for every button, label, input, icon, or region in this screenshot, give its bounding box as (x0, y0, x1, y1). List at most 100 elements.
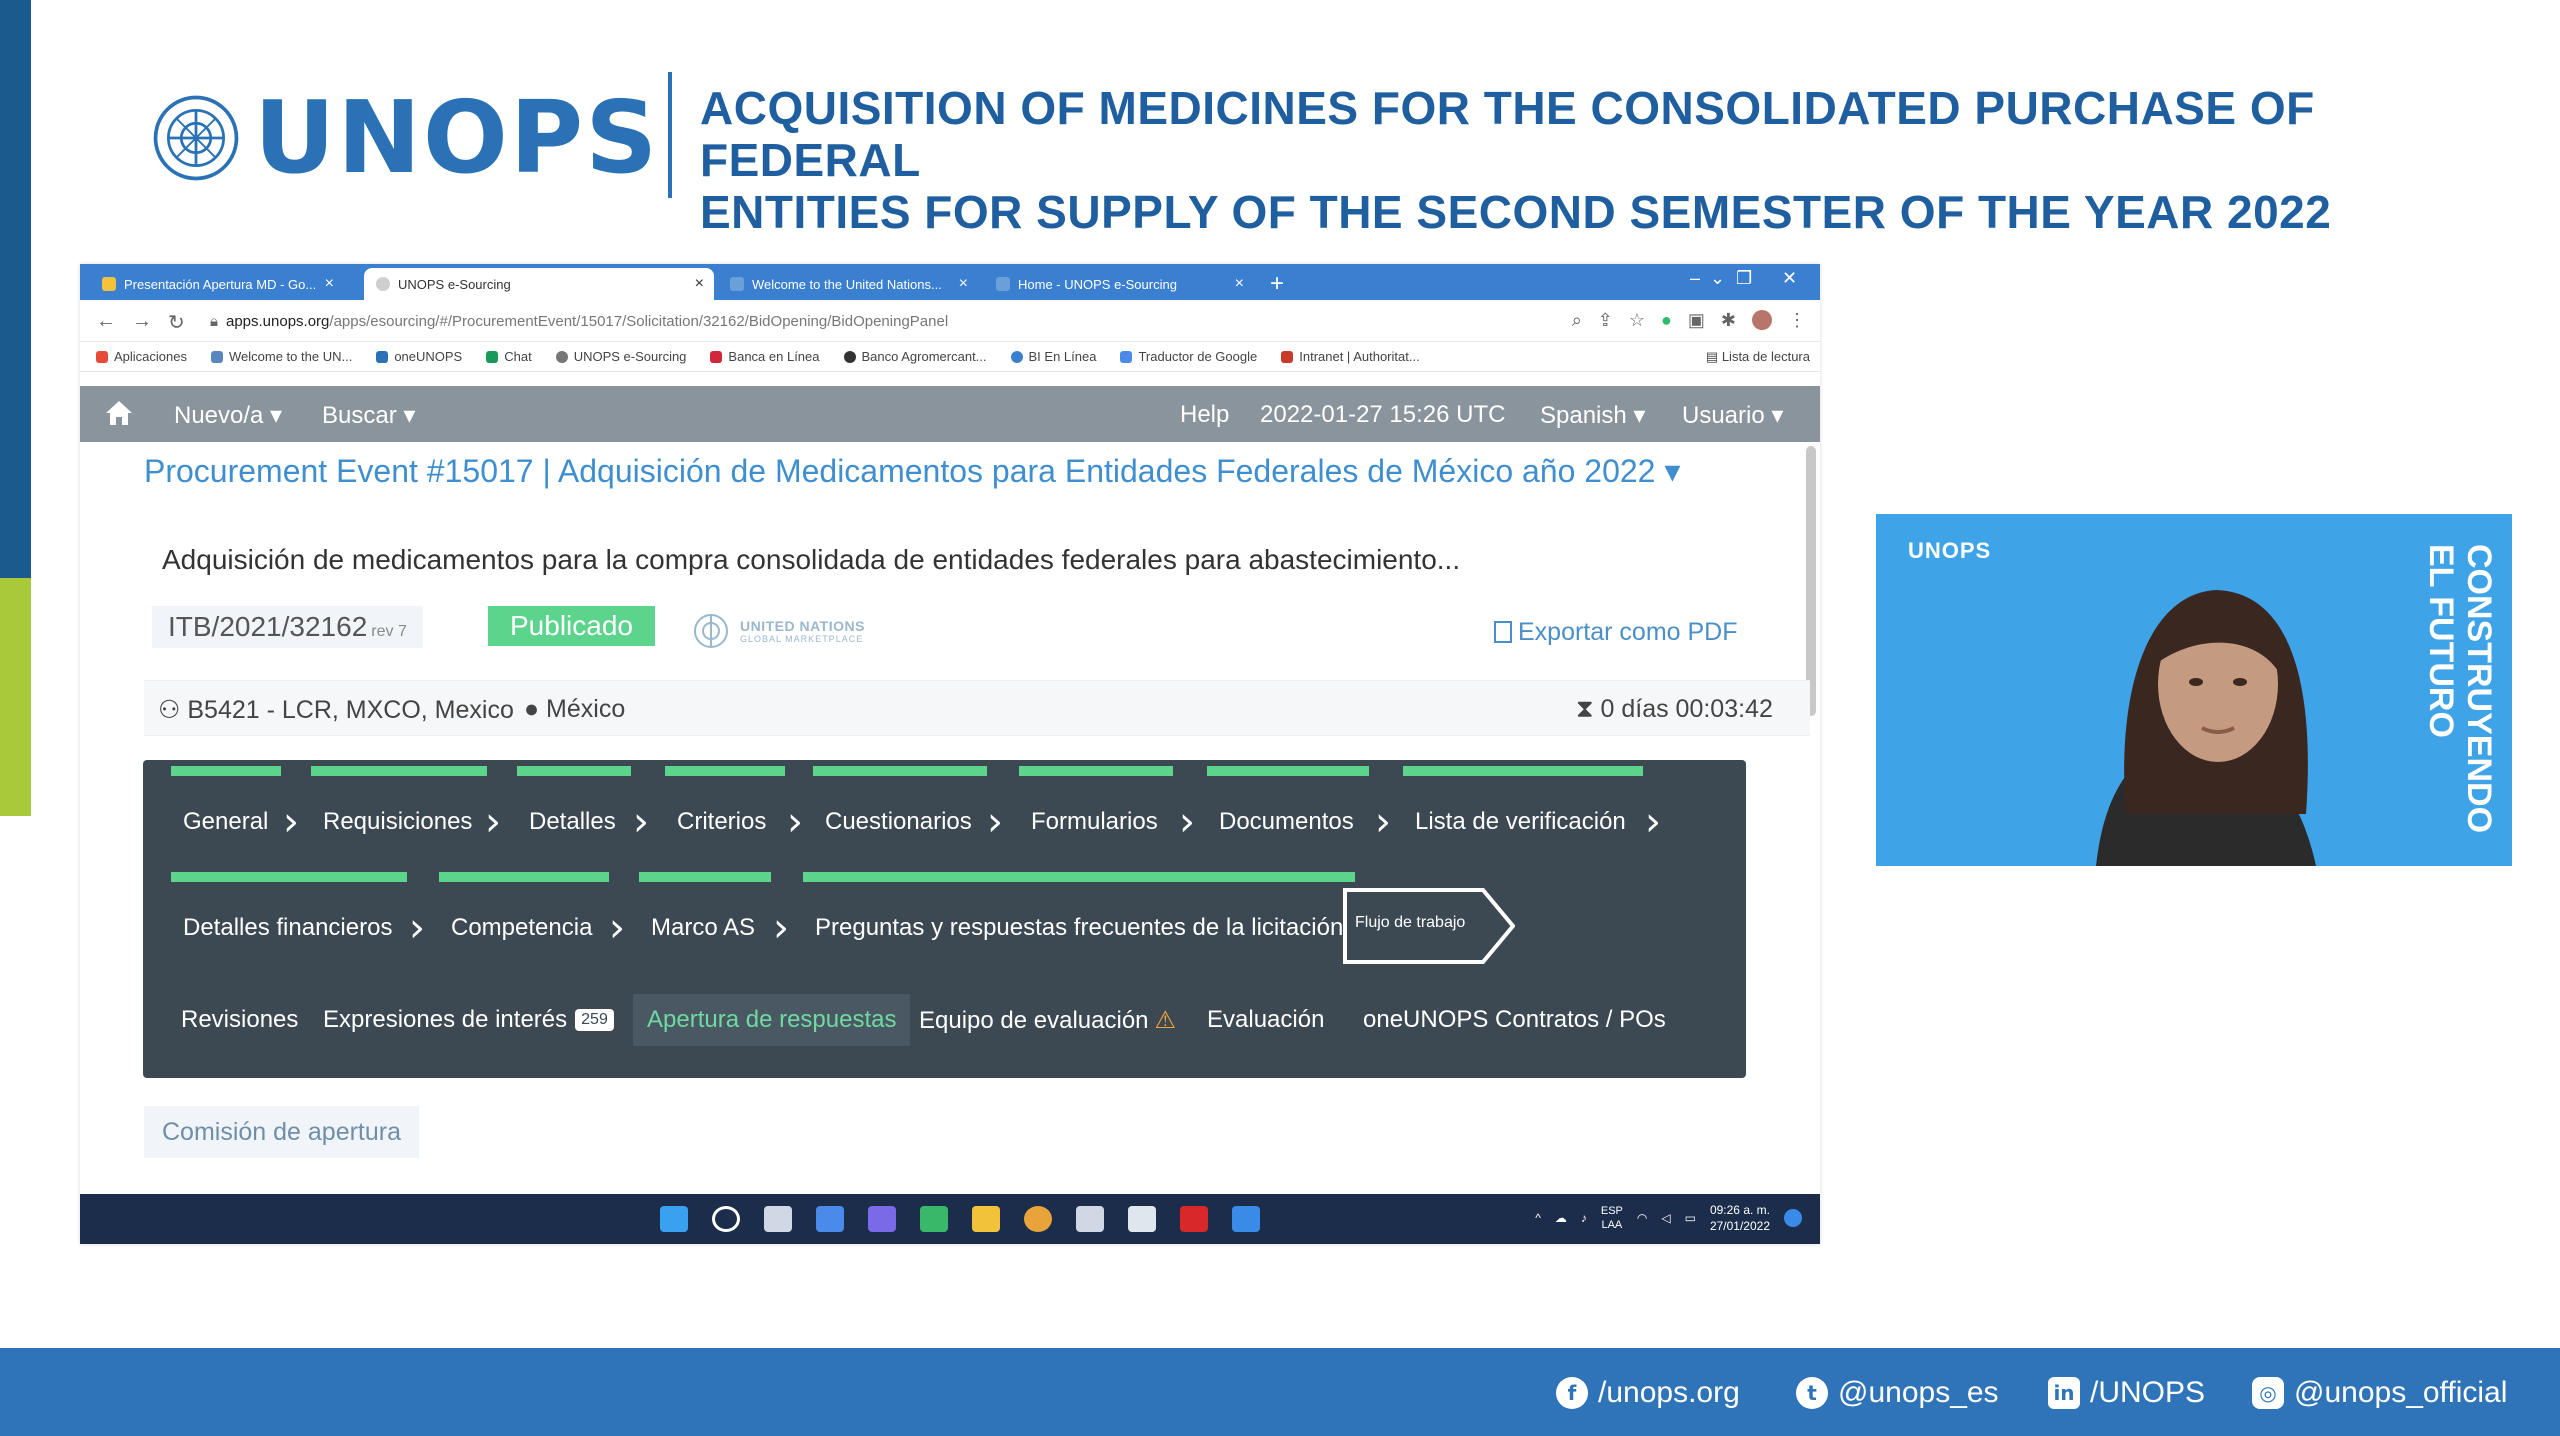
notepad-icon[interactable] (1128, 1206, 1156, 1232)
tab-contratos[interactable]: oneUNOPS Contratos / POs (1363, 1006, 1666, 1034)
step-preguntas-respuestas[interactable]: Preguntas y respuestas frecuentes de la … (803, 872, 1355, 942)
minimize-button[interactable]: – (1690, 268, 1700, 289)
step-formularios[interactable]: Formularios (1019, 766, 1173, 836)
windows-start-icon[interactable] (660, 1206, 688, 1232)
reading-list[interactable]: ▤ Lista de lectura (1706, 349, 1810, 365)
forward-icon[interactable]: → (132, 310, 152, 333)
bookmark-chat[interactable]: Chat (486, 349, 532, 364)
bookmark-intranet[interactable]: Intranet | Authoritat... (1281, 349, 1420, 364)
org-unit: ⚇ B5421 - LCR, MXCO, Mexico (158, 695, 514, 725)
step-general[interactable]: General (171, 766, 281, 836)
task-view-icon[interactable] (764, 1206, 792, 1232)
step-marco-as[interactable]: Marco AS (639, 872, 771, 942)
twitter-link[interactable]: t @unops_es (1796, 1376, 1999, 1410)
bookmark-agromercantil[interactable]: Banco Agromercant... (843, 349, 987, 364)
url-field[interactable]: 🔒︎ apps.unops.org/apps/esourcing/#/Procur… (210, 313, 948, 330)
help-link[interactable]: Help (1180, 401, 1229, 429)
step-documentos[interactable]: Documentos (1207, 766, 1369, 836)
tab-home-esourcing[interactable]: Home - UNOPS e-Sourcing × (984, 268, 1254, 300)
tab-equipo-evaluacion[interactable]: Equipo de evaluación ⚠ (919, 1006, 1176, 1035)
bookmark-esourcing[interactable]: UNOPS e-Sourcing (555, 349, 686, 364)
tab-apertura-respuestas[interactable]: Apertura de respuestas (633, 994, 911, 1046)
folder-icon[interactable] (972, 1206, 1000, 1232)
zoom-icon[interactable]: ⌕ (1572, 310, 1582, 331)
tab-expresiones-interes[interactable]: Expresiones de interés 259 (323, 1006, 614, 1034)
teams-chat-icon[interactable] (868, 1206, 896, 1232)
chrome-icon[interactable] (1024, 1206, 1052, 1232)
scrollbar[interactable] (1806, 446, 1816, 716)
step-criterios[interactable]: Criterios (665, 766, 785, 836)
step-label: Criterios (677, 808, 767, 835)
back-icon[interactable]: ← (96, 310, 116, 333)
tab-esourcing[interactable]: UNOPS e-Sourcing × (364, 268, 714, 300)
bookmark-bi[interactable]: BI En Línea (1010, 349, 1096, 364)
step-competencia[interactable]: Competencia (439, 872, 609, 942)
zoom-icon[interactable] (1232, 1206, 1260, 1232)
close-window-button[interactable]: ✕ (1782, 268, 1797, 289)
page-title[interactable]: Procurement Event #15017 | Adquisición d… (144, 452, 1744, 490)
globe-icon (996, 277, 1010, 291)
close-icon[interactable]: × (1235, 275, 1244, 293)
bookmark-label: Traductor de Google (1138, 349, 1258, 364)
bookmark-oneunops[interactable]: oneUNOPS (376, 349, 462, 364)
chevron-down-icon[interactable]: ⌄ (1710, 268, 1725, 289)
search-menu[interactable]: Buscar ▾ (322, 401, 415, 430)
bookmark-translate[interactable]: Traductor de Google (1120, 349, 1257, 364)
user-menu[interactable]: Usuario ▾ (1682, 401, 1783, 430)
progress-bar (639, 872, 771, 882)
microphone-icon[interactable]: ♪ (1581, 1211, 1587, 1225)
cloud-icon[interactable]: ☁ (1555, 1211, 1567, 1225)
language-menu[interactable]: Spanish ▾ (1540, 401, 1645, 430)
search-icon[interactable] (712, 1206, 740, 1232)
home-icon[interactable] (104, 399, 134, 427)
maximize-button[interactable]: ❐ (1736, 268, 1752, 289)
commission-tab[interactable]: Comisión de apertura (144, 1106, 420, 1158)
star-icon[interactable]: ☆ (1629, 310, 1645, 331)
tab-label: Expresiones de interés (323, 1006, 568, 1033)
clock[interactable]: 09:26 a. m. 27/01/2022 (1710, 1202, 1770, 1234)
step-detalles-financieros[interactable]: Detalles financieros (171, 872, 407, 942)
puzzle-icon[interactable]: ✱ (1721, 310, 1736, 331)
new-menu[interactable]: Nuevo/a ▾ (174, 401, 282, 430)
close-icon[interactable]: × (959, 275, 968, 293)
new-tab-button[interactable]: + (1270, 270, 1284, 298)
tab-evaluacion[interactable]: Evaluación (1207, 1006, 1324, 1034)
chevron-right-icon: › (633, 799, 649, 845)
extension-box-icon[interactable]: ▣ (1688, 310, 1705, 331)
intranet-icon (1281, 350, 1294, 363)
battery-icon[interactable]: ▭ (1685, 1211, 1696, 1225)
step-cuestionarios[interactable]: Cuestionarios (813, 766, 987, 836)
close-icon[interactable]: × (695, 275, 704, 293)
menu-icon[interactable]: ⋮ (1788, 310, 1806, 331)
linkedin-link[interactable]: in/UNOPS (2048, 1376, 2205, 1410)
instagram-link[interactable]: ◎ @unops_official (2252, 1376, 2507, 1410)
tab-presentacion[interactable]: Presentación Apertura MD - Go... × (90, 268, 344, 300)
widgets-icon[interactable] (816, 1206, 844, 1232)
facebook-link[interactable]: f/unops.org (1556, 1376, 1740, 1410)
step-lista-verificacion[interactable]: Lista de verificación (1403, 766, 1643, 836)
chevron-up-icon[interactable]: ^ (1535, 1211, 1541, 1225)
notification-icon[interactable] (1784, 1209, 1802, 1227)
tab-revisiones[interactable]: Revisiones (181, 1006, 298, 1034)
close-icon[interactable]: × (325, 275, 334, 293)
acrobat-icon[interactable] (1180, 1206, 1208, 1232)
bookmark-apps[interactable]: Aplicaciones (96, 349, 187, 364)
volume-icon[interactable]: ◁ (1661, 1211, 1670, 1225)
presenter-video: UNOPS CONSTRUYENDO EL FUTURO (1876, 514, 2512, 866)
profile-avatar[interactable] (1752, 310, 1772, 330)
bookmark-welcome-un[interactable]: Welcome to the UN... (211, 349, 352, 364)
hangouts-icon[interactable] (920, 1206, 948, 1232)
calculator-icon[interactable] (1076, 1206, 1104, 1232)
reload-icon[interactable]: ↻ (168, 310, 185, 335)
extension-icon[interactable]: ● (1661, 310, 1672, 331)
input-language[interactable]: ESP LAA (1601, 1204, 1623, 1232)
tab-welcome-un[interactable]: Welcome to the United Nations... × (718, 268, 978, 300)
share-icon[interactable]: ⇪ (1598, 310, 1613, 331)
app-navbar: Nuevo/a ▾ Buscar ▾ Help 2022-01-27 15:26… (80, 386, 1820, 442)
accent-bar-green (0, 578, 31, 816)
wifi-icon[interactable]: ◠ (1637, 1211, 1647, 1225)
export-pdf-link[interactable]: Exportar como PDF (1494, 618, 1738, 647)
step-detalles[interactable]: Detalles (517, 766, 631, 836)
bookmark-banca[interactable]: Banca en Línea (710, 349, 820, 364)
step-requisiciones[interactable]: Requisiciones (311, 766, 487, 836)
